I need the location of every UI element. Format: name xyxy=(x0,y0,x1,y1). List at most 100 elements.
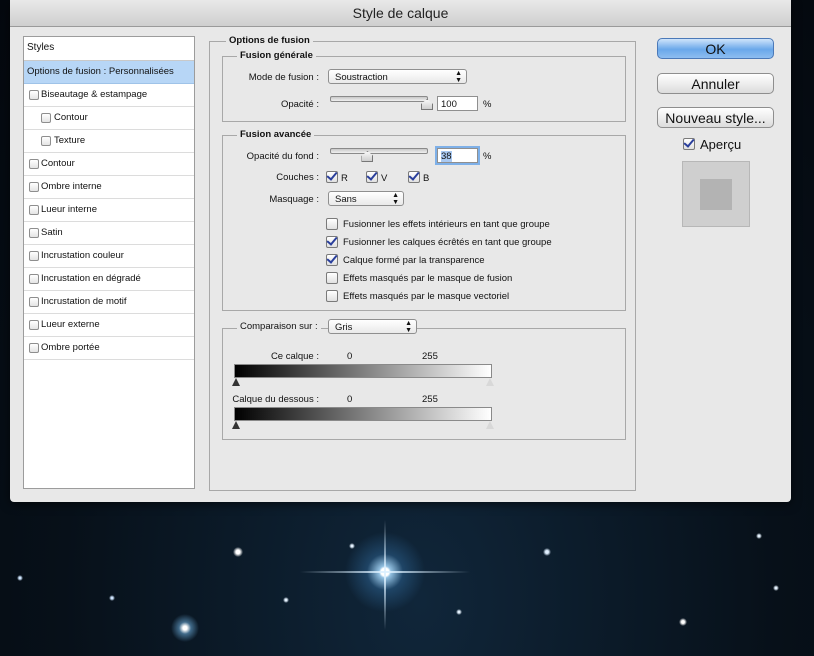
advanced-option-checkbox[interactable] xyxy=(326,218,338,230)
select-arrows-icon: ▲ ▼ xyxy=(392,192,399,206)
style-item[interactable]: Contour xyxy=(24,107,194,130)
style-checkbox[interactable] xyxy=(41,136,51,146)
knockout-label: Masquage : xyxy=(269,194,319,205)
style-preview-inner xyxy=(700,179,732,210)
style-checkbox[interactable] xyxy=(29,90,39,100)
style-checkbox[interactable] xyxy=(41,113,51,123)
blend-mode-label: Mode de fusion : xyxy=(248,72,319,83)
knockout-select[interactable]: Sans ▲ ▼ xyxy=(328,191,404,206)
star-glint xyxy=(384,520,386,630)
style-checkbox[interactable] xyxy=(29,297,39,307)
this-layer-gradient-bar xyxy=(234,364,492,378)
style-item-label: Options de fusion : Personnalisées xyxy=(27,66,174,77)
style-item-label: Contour xyxy=(54,112,88,123)
fill-opacity-value: 38 xyxy=(441,151,452,162)
style-item[interactable]: Incrustation en dégradé xyxy=(24,268,194,291)
style-item-label: Incrustation couleur xyxy=(41,250,124,261)
style-item-label: Ombre portée xyxy=(41,342,100,353)
style-checkbox[interactable] xyxy=(29,274,39,284)
channel-checkbox[interactable] xyxy=(326,171,338,183)
style-item-label: Biseautage & estampage xyxy=(41,89,148,100)
blend-if-value: Gris xyxy=(335,322,353,333)
advanced-option-checkbox[interactable] xyxy=(326,290,338,302)
advanced-option-checkbox[interactable] xyxy=(326,236,338,248)
blend-options-title: Options de fusion xyxy=(226,35,313,46)
style-item[interactable]: Incrustation couleur xyxy=(24,245,194,268)
fill-opacity-slider[interactable] xyxy=(330,148,428,154)
style-item[interactable]: Incrustation de motif xyxy=(24,291,194,314)
cancel-button[interactable]: Annuler xyxy=(657,73,774,94)
advanced-option-label: Effets masqués par le masque vectoriel xyxy=(343,291,510,302)
blend-mode-select[interactable]: Soustraction ▲ ▼ xyxy=(328,69,467,84)
styles-header[interactable]: Styles xyxy=(24,37,194,61)
advanced-option-label: Calque formé par la transparence xyxy=(343,255,485,266)
opacity-label: Opacité : xyxy=(280,99,319,110)
advanced-option-checkbox[interactable] xyxy=(326,254,338,266)
style-checkbox[interactable] xyxy=(29,228,39,238)
fill-opacity-label: Opacité du fond : xyxy=(246,151,319,162)
fill-opacity-unit: % xyxy=(483,151,492,162)
advanced-blending-title: Fusion avancée xyxy=(237,129,315,140)
style-item[interactable]: Options de fusion : Personnalisées xyxy=(24,61,194,84)
underlying-layer-min: 0 xyxy=(347,394,353,405)
style-item-label: Incrustation en dégradé xyxy=(41,273,141,284)
ok-button[interactable]: OK xyxy=(657,38,774,59)
preview-label[interactable]: Aperçu xyxy=(700,137,741,152)
channel-checkbox[interactable] xyxy=(408,171,420,183)
style-item-label: Ombre interne xyxy=(41,181,102,192)
style-item-label: Contour xyxy=(41,158,75,169)
blend-if-group xyxy=(222,328,626,440)
title-bar[interactable]: Style de calque xyxy=(10,0,791,27)
channel-label: R xyxy=(341,173,348,184)
style-checkbox[interactable] xyxy=(29,343,39,353)
underlying-layer-label: Calque du dessous : xyxy=(232,394,319,405)
style-item[interactable]: Ombre portée xyxy=(24,337,194,360)
channel-label: B xyxy=(423,173,430,184)
knockout-value: Sans xyxy=(335,194,357,205)
style-checkbox[interactable] xyxy=(29,159,39,169)
style-preview-swatch xyxy=(682,161,750,227)
this-layer-min: 0 xyxy=(347,351,353,362)
style-item[interactable]: Contour xyxy=(24,153,194,176)
styles-list: Styles Options de fusion : Personnalisée… xyxy=(23,36,195,489)
channel-label: V xyxy=(381,173,388,184)
style-item-label: Lueur interne xyxy=(41,204,97,215)
blend-if-label: Comparaison sur : xyxy=(237,321,321,332)
style-checkbox[interactable] xyxy=(29,182,39,192)
style-checkbox[interactable] xyxy=(29,320,39,330)
layer-style-dialog: Style de calque Styles Options de fusion… xyxy=(10,0,791,502)
style-item-label: Satin xyxy=(41,227,63,238)
advanced-option-label: Fusionner les calques écrêtés en tant qu… xyxy=(343,237,552,248)
new-style-button[interactable]: Nouveau style... xyxy=(657,107,774,128)
style-item[interactable]: Biseautage & estampage xyxy=(24,84,194,107)
preview-checkbox[interactable] xyxy=(683,138,695,150)
style-item[interactable]: Ombre interne xyxy=(24,176,194,199)
style-item[interactable]: Lueur externe xyxy=(24,314,194,337)
select-arrows-icon: ▲ ▼ xyxy=(405,320,412,334)
opacity-unit: % xyxy=(483,99,492,110)
opacity-slider[interactable] xyxy=(330,96,428,102)
advanced-option-label: Effets masqués par le masque de fusion xyxy=(343,273,513,284)
select-arrows-icon: ▲ ▼ xyxy=(455,70,462,84)
style-item[interactable]: Lueur interne xyxy=(24,199,194,222)
opacity-input[interactable]: 100 xyxy=(437,96,478,111)
this-layer-label: Ce calque : xyxy=(270,351,319,362)
style-item-label: Incrustation de motif xyxy=(41,296,127,307)
underlying-layer-max: 255 xyxy=(422,394,438,405)
channel-checkbox[interactable] xyxy=(366,171,378,183)
advanced-option-checkbox[interactable] xyxy=(326,272,338,284)
style-checkbox[interactable] xyxy=(29,251,39,261)
blend-mode-value: Soustraction xyxy=(335,72,388,83)
general-blending-group xyxy=(222,56,626,122)
general-blending-title: Fusion générale xyxy=(237,50,316,61)
channels-label: Couches : xyxy=(276,172,319,183)
style-item[interactable]: Satin xyxy=(24,222,194,245)
underlying-layer-gradient-bar xyxy=(234,407,492,421)
advanced-option-label: Fusionner les effets intérieurs en tant … xyxy=(343,219,550,230)
style-item-label: Lueur externe xyxy=(41,319,100,330)
fill-opacity-input[interactable]: 38 xyxy=(437,148,478,163)
style-item[interactable]: Texture xyxy=(24,130,194,153)
blend-if-select[interactable]: Gris ▲ ▼ xyxy=(328,319,417,334)
style-item-label: Texture xyxy=(54,135,86,146)
style-checkbox[interactable] xyxy=(29,205,39,215)
